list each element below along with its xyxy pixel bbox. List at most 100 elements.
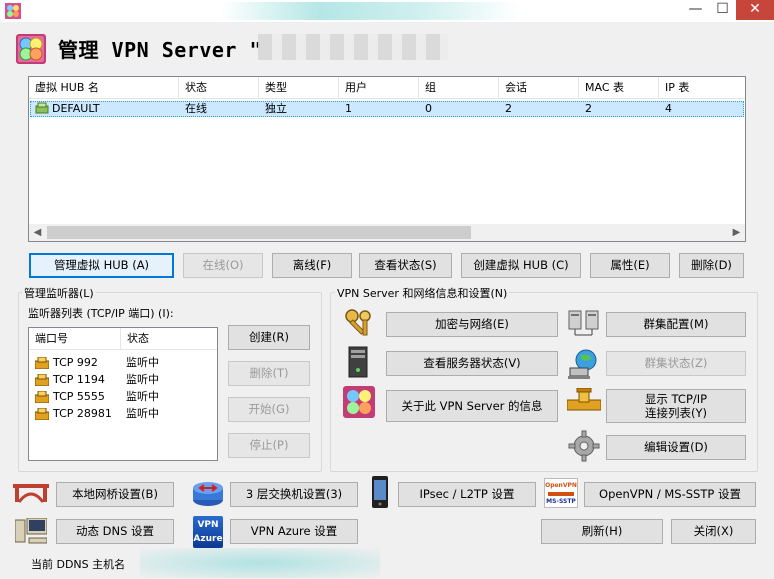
cluster-config-button[interactable]: 群集配置(M) — [606, 312, 746, 337]
port-icon — [35, 374, 49, 386]
hub-status-cell: 在线 — [185, 102, 207, 115]
offline-button[interactable]: 离线(F) — [272, 253, 352, 278]
virtual-hub-table[interactable]: 虚拟 HUB 名 状态 类型 用户 组 会话 MAC 表 IP 表 DEFAUL… — [28, 76, 746, 242]
column-hub-name[interactable]: 虚拟 HUB 名 — [29, 77, 179, 99]
delete-listener-button[interactable]: 删除(T) — [228, 361, 310, 386]
port-state: 监听中 — [126, 373, 159, 386]
hub-groups-cell: 0 — [425, 102, 432, 115]
vpn-server-icon — [16, 34, 46, 64]
port-state: 监听中 — [126, 356, 159, 369]
hub-sessions-cell: 2 — [505, 102, 512, 115]
local-bridge-button[interactable]: 本地网桥设置(B) — [56, 482, 174, 507]
start-listener-button[interactable]: 开始(G) — [228, 397, 310, 422]
page-title: 管理 VPN Server " — [58, 38, 263, 62]
server-status-button[interactable]: 查看服务器状态(V) — [386, 351, 558, 376]
hub-users-cell: 1 — [345, 102, 352, 115]
encryption-network-button[interactable]: 加密与网络(E) — [386, 312, 558, 337]
pipe-icon — [567, 388, 601, 411]
gear-icon — [568, 430, 600, 462]
openvpn-sstp-button[interactable]: OpenVPN / MS-SSTP 设置 — [584, 482, 756, 507]
ipsec-l2tp-button[interactable]: IPsec / L2TP 设置 — [398, 482, 536, 507]
port-label: TCP 28981 — [53, 407, 112, 420]
table-row[interactable]: DEFAULT 在线 独立 1 0 2 2 4 — [30, 101, 744, 117]
close-button[interactable]: 关闭(X) — [671, 519, 756, 544]
cluster-icon — [568, 310, 599, 336]
column-listener-state[interactable]: 状态 — [121, 328, 217, 350]
redacted-server-name — [258, 34, 448, 60]
maximize-button[interactable]: ☐ — [709, 0, 736, 20]
port-icon — [35, 408, 49, 420]
column-users[interactable]: 用户 — [339, 77, 419, 99]
port-icon — [35, 357, 49, 369]
column-sessions[interactable]: 会话 — [499, 77, 579, 99]
vpn-azure-button[interactable]: VPN Azure 设置 — [230, 519, 358, 544]
list-item[interactable]: TCP 5555 监听中 — [31, 389, 217, 405]
port-state: 监听中 — [126, 390, 159, 403]
refresh-button[interactable]: 刷新(H) — [541, 519, 663, 544]
minimize-button[interactable]: — — [682, 0, 709, 20]
hub-properties-button[interactable]: 属性(E) — [590, 253, 670, 278]
port-icon — [35, 391, 49, 403]
listener-table[interactable]: 端口号 状态 TCP 992 监听中 TCP 1194 监听中 TCP 5555… — [28, 327, 218, 461]
hub-mac-cell: 2 — [585, 102, 592, 115]
dynamic-dns-button[interactable]: 动态 DNS 设置 — [56, 519, 174, 544]
port-label: TCP 1194 — [53, 373, 105, 386]
vpn-azure-icon: VPN Azure — [193, 516, 223, 548]
list-item[interactable]: TCP 992 监听中 — [31, 355, 217, 371]
keys-icon — [345, 309, 371, 336]
window-titlebar: — ☐ ✕ — [0, 0, 774, 22]
vpn-info-group-title: VPN Server 和网络信息和设置(N) — [335, 285, 510, 301]
redacted-title — [220, 2, 520, 20]
bridge-icon — [13, 484, 49, 503]
phone-icon — [372, 476, 388, 508]
stop-listener-button[interactable]: 停止(P) — [228, 433, 310, 458]
app-icon — [5, 3, 21, 19]
listener-list-label: 监听器列表 (TCP/IP 端口) (I): — [28, 307, 174, 320]
port-state: 监听中 — [126, 407, 159, 420]
about-server-button[interactable]: 关于此 VPN Server 的信息 — [386, 390, 558, 422]
column-status[interactable]: 状态 — [179, 77, 259, 99]
column-type[interactable]: 类型 — [259, 77, 339, 99]
azure-logo-line2: Azure — [193, 534, 223, 544]
online-button[interactable]: 在线(O) — [183, 253, 263, 278]
list-item[interactable]: TCP 1194 监听中 — [31, 372, 217, 388]
sstp-logo-text: MS-SSTP — [546, 498, 576, 505]
horizontal-scrollbar[interactable]: ◀ ▶ — [29, 224, 745, 241]
l3-switch-button[interactable]: 3 层交换机设置(3) — [230, 482, 358, 507]
create-listener-button[interactable]: 创建(R) — [228, 325, 310, 350]
hub-ip-cell: 4 — [665, 102, 672, 115]
ddns-hostname-label: 当前 DDNS 主机名 — [31, 558, 126, 571]
column-groups[interactable]: 组 — [419, 77, 499, 99]
create-hub-button[interactable]: 创建虚拟 HUB (C) — [461, 253, 581, 278]
azure-logo-line1: VPN — [197, 520, 219, 530]
close-window-button[interactable]: ✕ — [736, 0, 774, 20]
scrollbar-thumb[interactable] — [47, 226, 471, 239]
globe-laptop-icon — [568, 349, 597, 379]
port-label: TCP 992 — [53, 356, 98, 369]
list-item[interactable]: TCP 28981 监听中 — [31, 406, 217, 422]
column-ip-table[interactable]: IP 表 — [659, 77, 745, 99]
tcpip-button-line2: 连接列表(Y) — [645, 406, 707, 420]
hub-name-cell: DEFAULT — [52, 102, 100, 115]
manage-hub-button[interactable]: 管理虚拟 HUB (A) — [29, 253, 174, 278]
column-port[interactable]: 端口号 — [29, 328, 121, 350]
computer-icon — [15, 518, 47, 544]
redacted-ddns-hostname — [140, 548, 380, 578]
listener-group-title: 管理监听器(L) — [22, 285, 96, 301]
openvpn-sstp-icon: OpenVPN MS-SSTP — [544, 478, 578, 508]
view-status-button[interactable]: 查看状态(S) — [359, 253, 452, 278]
scroll-left-icon[interactable]: ◀ — [29, 224, 46, 241]
tcpip-button-line1: 显示 TCP/IP — [644, 392, 708, 406]
l3-switch-icon — [193, 482, 223, 506]
vpn-server-about-icon — [343, 386, 375, 418]
server-icon — [348, 346, 368, 378]
scroll-right-icon[interactable]: ▶ — [728, 224, 745, 241]
column-mac-table[interactable]: MAC 表 — [579, 77, 659, 99]
tcpip-connections-button[interactable]: 显示 TCP/IP 连接列表(Y) — [606, 389, 746, 423]
port-label: TCP 5555 — [53, 390, 105, 403]
cluster-status-button[interactable]: 群集状态(Z) — [606, 351, 746, 376]
openvpn-logo-text: OpenVPN — [545, 482, 577, 489]
delete-hub-button[interactable]: 删除(D) — [679, 253, 744, 278]
table-header: 虚拟 HUB 名 状态 类型 用户 组 会话 MAC 表 IP 表 — [29, 77, 745, 99]
edit-config-button[interactable]: 编辑设置(D) — [606, 435, 746, 460]
